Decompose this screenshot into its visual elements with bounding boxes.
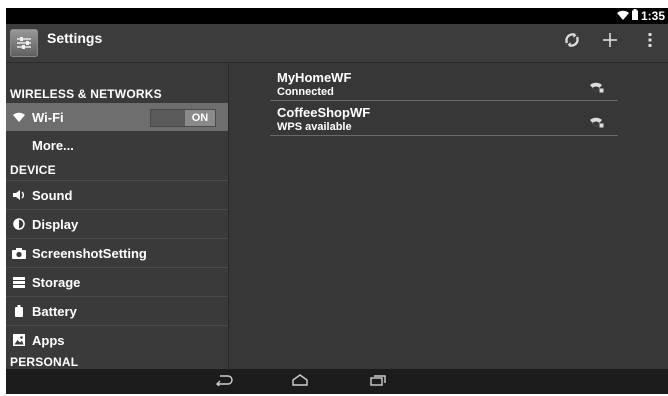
sidebar-item-storage[interactable]: Storage	[6, 267, 228, 296]
apps-icon	[12, 333, 26, 347]
status-bar: 1:35	[6, 8, 668, 24]
settings-sidebar: WIRELESS & NETWORKS Wi-Fi ON More... DEV…	[6, 63, 229, 369]
sidebar-item-label: More...	[32, 137, 74, 153]
network-item[interactable]: MyHomeWF Connected	[270, 70, 618, 101]
status-indicators: 1:35	[616, 8, 665, 24]
battery-icon	[12, 304, 26, 318]
sidebar-item-screenshot[interactable]: ScreenshotSetting	[6, 238, 228, 267]
network-item[interactable]: CoffeeShopWF WPS available	[270, 105, 618, 136]
wifi-signal-locked-icon	[590, 115, 604, 133]
section-header-wireless: WIRELESS & NETWORKS	[10, 87, 162, 101]
add-icon	[602, 32, 618, 53]
wifi-toggle[interactable]: ON	[150, 109, 216, 127]
settings-app-icon[interactable]	[10, 29, 38, 57]
wifi-networks-panel: MyHomeWF Connected CoffeeShopWF WPS avai…	[229, 63, 668, 369]
back-icon	[215, 373, 233, 391]
sidebar-item-label: Wi-Fi	[32, 109, 64, 125]
sync-icon	[563, 31, 581, 54]
wifi-icon	[12, 110, 26, 124]
back-button[interactable]	[213, 373, 235, 391]
sidebar-item-sound[interactable]: Sound	[6, 180, 228, 209]
overflow-menu-icon	[648, 32, 652, 53]
sidebar-item-display[interactable]: Display	[6, 209, 228, 238]
home-icon	[291, 373, 309, 391]
sidebar-item-label: ScreenshotSetting	[32, 245, 147, 261]
network-status: Connected	[277, 86, 334, 98]
battery-icon	[631, 9, 638, 23]
navigation-bar	[6, 369, 668, 394]
wifi-signal-locked-icon	[590, 80, 604, 98]
network-name: CoffeeShopWF	[277, 105, 371, 120]
sync-button[interactable]	[561, 31, 583, 53]
brightness-icon	[12, 217, 26, 231]
sidebar-item-wifi[interactable]: Wi-Fi ON	[6, 103, 228, 131]
add-button[interactable]	[599, 31, 621, 53]
action-bar: Settings	[6, 24, 668, 63]
wifi-toggle-state: ON	[185, 110, 215, 126]
wifi-signal-icon	[616, 9, 629, 23]
tablet-screen: 1:35 Settings WIRELESS & NETWORKS Wi-Fi …	[6, 8, 668, 394]
network-name: MyHomeWF	[277, 70, 352, 85]
recent-apps-icon	[370, 373, 386, 391]
home-button[interactable]	[289, 373, 311, 391]
camera-icon	[12, 246, 26, 260]
sidebar-item-more[interactable]: More...	[6, 131, 228, 159]
page-title: Settings	[47, 30, 103, 46]
speaker-icon	[12, 188, 26, 202]
sidebar-item-label: Apps	[32, 332, 65, 348]
section-header-device: DEVICE	[10, 163, 56, 177]
sidebar-item-apps[interactable]: Apps	[6, 325, 228, 354]
sidebar-item-label: Display	[32, 216, 79, 232]
sidebar-item-label: Battery	[32, 303, 77, 319]
sidebar-item-label: Sound	[32, 187, 73, 203]
recent-apps-button[interactable]	[367, 373, 389, 391]
sidebar-item-battery[interactable]: Battery	[6, 296, 228, 325]
network-status: WPS available	[277, 121, 352, 133]
clock: 1:35	[640, 9, 665, 23]
storage-icon	[12, 275, 26, 289]
section-header-personal: PERSONAL	[10, 355, 79, 369]
overflow-menu-button[interactable]	[642, 31, 658, 53]
sidebar-item-label: Storage	[32, 274, 81, 290]
